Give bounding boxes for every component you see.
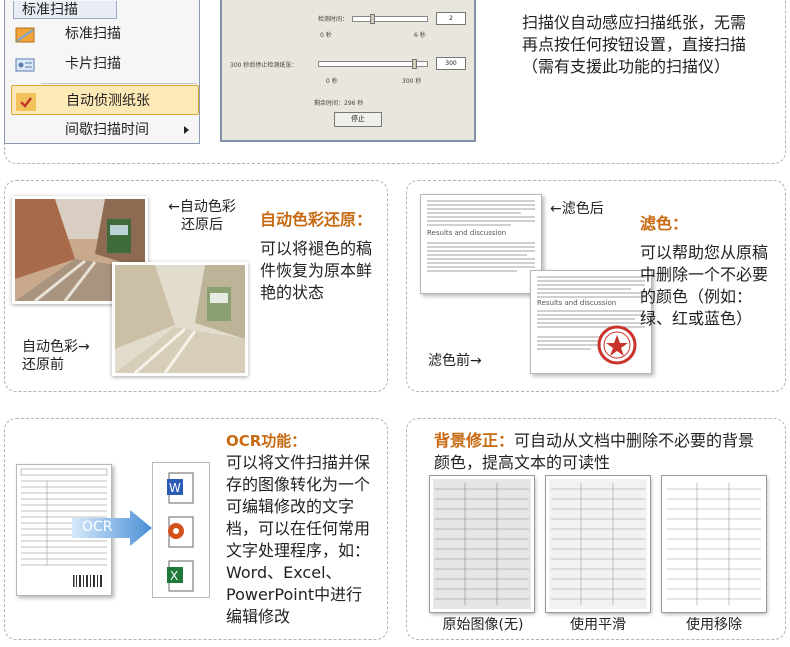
- caption-smoothed: 使用平滑: [570, 617, 626, 633]
- document-heading: Results and discussion: [427, 229, 507, 237]
- filter-title: 滤色：: [640, 214, 689, 233]
- stop-button[interactable]: 停止: [334, 112, 382, 127]
- stop-detect-max: 300 秒: [402, 78, 422, 85]
- before-filter-label: 滤色前→: [428, 353, 482, 369]
- detect-time-slider[interactable]: [352, 16, 428, 22]
- remaining-time: 剩余时间：296 秒: [314, 100, 364, 107]
- auto-detect-dialog: 检测时间： 2 0 秒 6 秒 300 秒后停止检测纸张： 300 0 秒 30…: [220, 0, 476, 142]
- svg-text:X: X: [170, 569, 178, 583]
- powerpoint-icon: [165, 515, 197, 553]
- stop-detect-value[interactable]: 300: [436, 57, 466, 70]
- ocr-arrow-label: OCR: [82, 519, 113, 535]
- check-icon: [16, 92, 36, 111]
- stop-detect-label: 300 秒后停止检测纸张：: [230, 62, 298, 69]
- after-restore-label: ←自动色彩 还原后: [168, 199, 236, 233]
- menu-item-standard-scan[interactable]: 标准扫描: [11, 19, 199, 49]
- menu-item-interval-time[interactable]: 间歇扫描时间: [11, 115, 199, 145]
- menu-title[interactable]: 标准扫描: [13, 1, 117, 19]
- svg-text:W: W: [169, 481, 181, 495]
- scanner-icon: [15, 25, 35, 43]
- menu-item-label: 卡片扫描: [65, 56, 121, 72]
- menu-item-card-scan[interactable]: 卡片扫描: [11, 49, 199, 79]
- document-heading: Results and discussion: [537, 299, 617, 307]
- output-file-icons: W X: [152, 462, 210, 598]
- caption-removed: 使用移除: [686, 617, 742, 633]
- original-image-doc: [430, 476, 534, 612]
- auto-detect-description: 扫描仪自动感应扫描纸张，无需再点按任何按钮设置，直接扫描（需有支援此功能的扫描仪…: [522, 13, 747, 76]
- excel-icon: X: [165, 559, 197, 597]
- after-filter-label: ←滤色后: [550, 201, 604, 217]
- caption-original: 原始图像(无): [442, 617, 524, 633]
- menu-item-auto-detect-paper[interactable]: 自动侦测纸张: [11, 85, 199, 115]
- detect-time-slider-thumb[interactable]: [370, 14, 375, 24]
- color-restore-title: 自动色彩还原：: [260, 210, 373, 229]
- document-after-filter: Results and discussion: [420, 194, 542, 294]
- detect-time-min: 0 秒: [320, 32, 332, 39]
- stop-detect-slider-thumb[interactable]: [412, 59, 417, 69]
- menu-item-label: 间歇扫描时间: [65, 122, 149, 138]
- before-restore-label: 自动色彩→ 还原前: [22, 339, 90, 373]
- color-restore-description: 可以将褪色的稿件恢复为原本鲜艳的状态: [260, 239, 373, 302]
- ocr-arrow: OCR: [72, 510, 152, 546]
- background-title: 背景修正：: [434, 431, 515, 450]
- background-description: 背景修正：可自动从文档中删除不必要的背景颜色，提高文本的可读性: [434, 430, 760, 474]
- stop-detect-min: 0 秒: [326, 78, 338, 85]
- photo-before-restore: [112, 262, 248, 376]
- menu-separator: [41, 83, 197, 84]
- card-icon: [15, 55, 35, 73]
- smoothed-image-doc: [546, 476, 650, 612]
- menu-item-label: 自动侦测纸张: [66, 93, 150, 109]
- detect-time-max: 6 秒: [414, 32, 426, 39]
- ocr-title: OCR功能：: [226, 432, 307, 450]
- document-before-filter: Results and discussion: [530, 270, 652, 374]
- submenu-arrow-icon: [184, 126, 189, 134]
- menu-item-label: 标准扫描: [65, 26, 121, 42]
- removed-background-doc: [662, 476, 766, 612]
- ocr-description: 可以将文件扫描并保存的图像转化为一个可编辑修改的文字档，可以在任何常用文字处理程…: [226, 453, 371, 626]
- filter-description: 可以帮助您从原稿中删除一个不必要的颜色（例如：绿、红或蓝色）: [640, 243, 769, 328]
- scan-mode-menu: 标准扫描 标准扫描 卡片扫描 自动侦测纸张 间歇扫描时间: [4, 0, 200, 144]
- detect-time-value[interactable]: 2: [436, 12, 466, 25]
- detect-time-label: 检测时间：: [318, 16, 349, 23]
- word-icon: W: [165, 471, 197, 509]
